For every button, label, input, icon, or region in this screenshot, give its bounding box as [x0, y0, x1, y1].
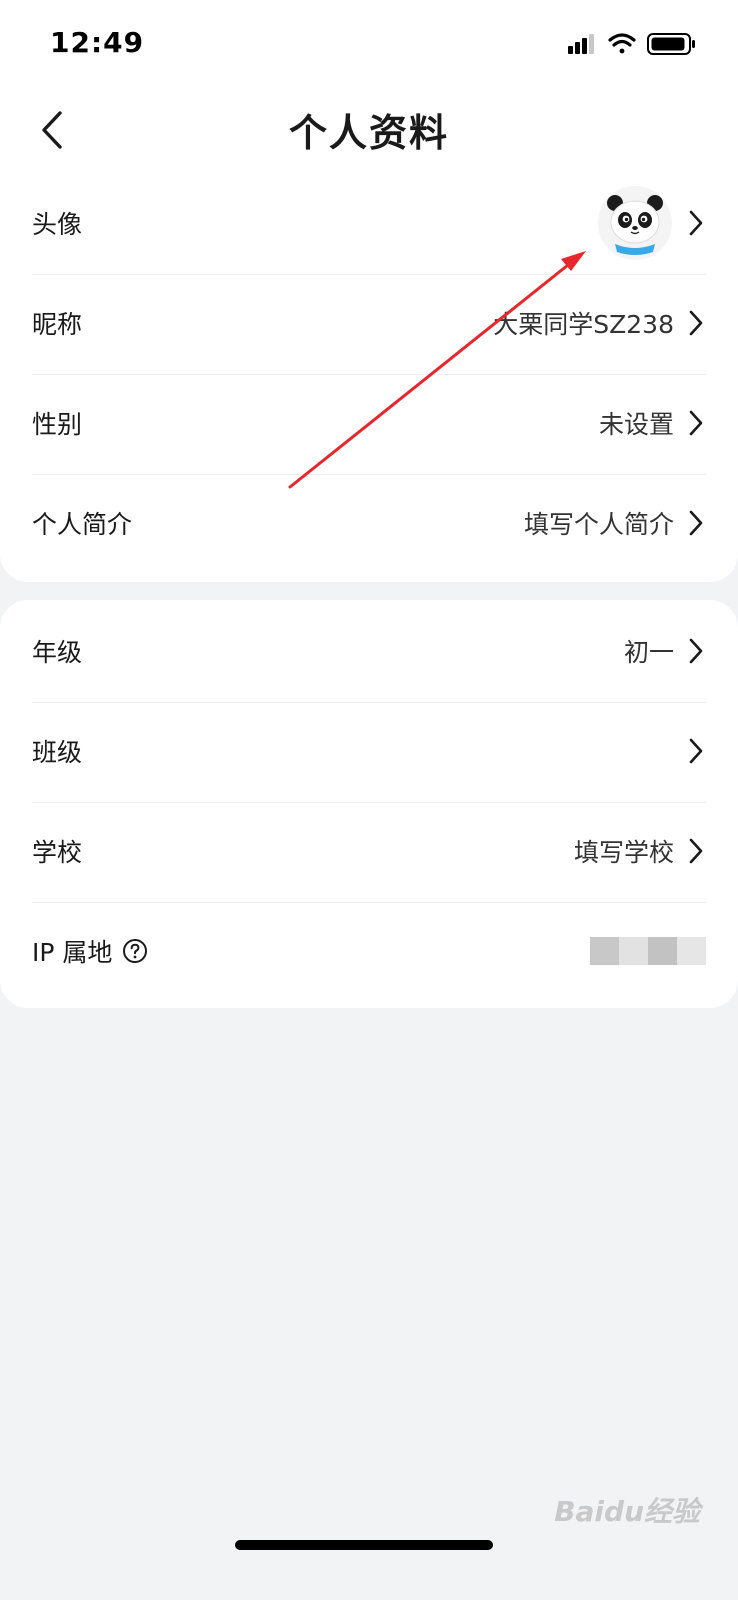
school-value: 填写学校: [573, 838, 674, 867]
school-label: 学校: [32, 838, 83, 867]
home-indicator[interactable]: [235, 1540, 493, 1550]
chevron-right-icon: [689, 738, 703, 764]
basic-info-card: 头像 昵称 大栗同学SZ238 性别 未设置 个人简介 填写个人简介: [0, 172, 738, 582]
avatar-row[interactable]: 头像: [32, 172, 706, 275]
chevron-right-icon: [689, 210, 703, 236]
chevron-right-icon: [689, 310, 703, 336]
chevron-right-icon: [689, 638, 703, 664]
nickname-value: 大栗同学SZ238: [493, 310, 674, 339]
avatar-right: [598, 186, 706, 260]
school-info-card: 年级 初一 班级 学校 填写学校 IP 属地: [0, 600, 738, 1008]
wifi-icon: [608, 33, 636, 54]
grade-label: 年级: [32, 638, 83, 667]
chevron-right-icon: [689, 410, 703, 436]
status-bar: 12:49: [0, 0, 738, 88]
grade-value: 初一: [623, 638, 674, 667]
class-right: [674, 737, 706, 765]
ip-location-label: IP 属地: [32, 938, 113, 967]
bio-value: 填写个人简介: [523, 510, 674, 539]
grade-right: 初一: [624, 633, 706, 669]
chevron-right-icon: [689, 838, 703, 864]
battery-icon: [647, 33, 695, 55]
avatar[interactable]: [598, 186, 672, 260]
ip-location-value-blurred: [590, 937, 706, 965]
ip-location-label-group: IP 属地: [32, 933, 148, 969]
ip-location-row: IP 属地: [32, 900, 706, 1002]
bio-row[interactable]: 个人简介 填写个人简介: [32, 472, 706, 574]
status-time: 12:49: [50, 26, 145, 59]
bio-label: 个人简介: [32, 510, 133, 539]
school-right: 填写学校: [574, 833, 706, 869]
status-icons: [568, 33, 695, 55]
nickname-right: 大栗同学SZ238: [493, 305, 706, 341]
bio-right: 填写个人简介: [524, 505, 706, 541]
nav-bar: 个人资料: [0, 88, 738, 173]
avatar-label: 头像: [32, 210, 83, 239]
nickname-row[interactable]: 昵称 大栗同学SZ238: [32, 272, 706, 375]
class-label: 班级: [32, 738, 83, 767]
help-circle-icon[interactable]: [122, 938, 148, 964]
gender-right: 未设置: [599, 405, 706, 441]
school-row[interactable]: 学校 填写学校: [32, 800, 706, 903]
page-title: 个人资料: [288, 111, 449, 155]
gender-row[interactable]: 性别 未设置: [32, 372, 706, 475]
gender-value: 未设置: [598, 410, 674, 439]
panda-avatar-icon: [598, 186, 672, 260]
nickname-label: 昵称: [32, 310, 83, 339]
grade-row[interactable]: 年级 初一: [32, 600, 706, 703]
baidu-watermark: Baidu经验: [554, 1495, 700, 1528]
cellular-signal-icon: [568, 34, 594, 54]
class-row[interactable]: 班级: [32, 700, 706, 803]
gender-label: 性别: [32, 410, 83, 439]
chevron-right-icon: [689, 510, 703, 536]
